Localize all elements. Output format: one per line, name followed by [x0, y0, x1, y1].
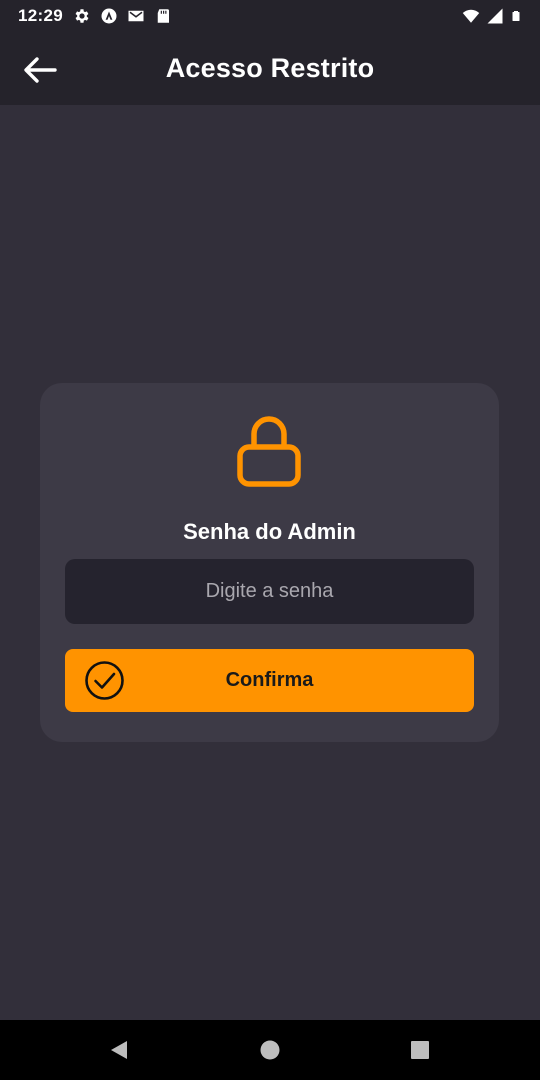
- arrow-left-icon: [24, 57, 57, 83]
- status-bar: 12:29: [0, 0, 540, 32]
- status-icons-left: [73, 7, 172, 25]
- gear-icon: [75, 9, 89, 23]
- card-title: Senha do Admin: [183, 519, 356, 544]
- battery-icon: [512, 11, 520, 21]
- app-a-icon: [101, 8, 117, 24]
- login-card: Senha do Admin Confirma: [40, 383, 499, 742]
- password-input[interactable]: [65, 559, 474, 624]
- app-bar: Acesso Restrito: [0, 32, 540, 105]
- home-circle-icon[interactable]: [258, 1038, 282, 1062]
- wifi-icon: [462, 9, 480, 23]
- back-triangle-icon[interactable]: [107, 1038, 131, 1062]
- signal-icon: [487, 8, 503, 24]
- status-icons-right: [462, 7, 522, 25]
- back-button[interactable]: [18, 50, 62, 90]
- confirm-button[interactable]: Confirma: [65, 649, 474, 712]
- lock-icon: [237, 416, 301, 487]
- screen: 12:29 Acesso Restrito Senha do Admin Con…: [0, 0, 540, 1080]
- page-title: Acesso Restrito: [165, 53, 375, 83]
- confirm-button-label: Confirma: [225, 669, 314, 691]
- system-nav-bar: [0, 1020, 540, 1080]
- check-circle-icon: [85, 661, 124, 700]
- recents-square-icon[interactable]: [408, 1038, 432, 1062]
- status-time: 12:29: [18, 6, 63, 25]
- sd-card-icon: [157, 9, 169, 23]
- mail-icon: [128, 10, 144, 22]
